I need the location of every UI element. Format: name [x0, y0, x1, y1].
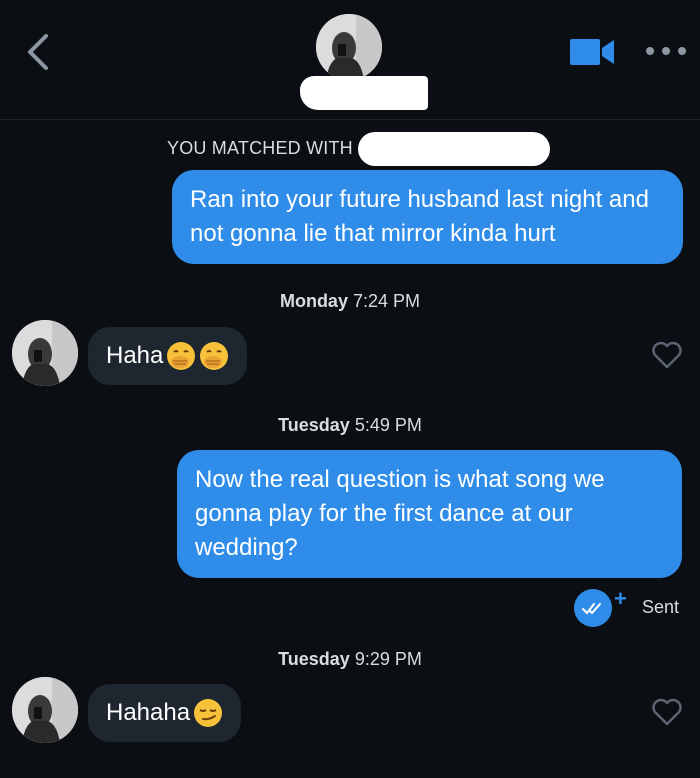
avatar-photo — [12, 320, 78, 386]
timestamp-day: Tuesday — [278, 649, 350, 669]
plus-icon[interactable]: + — [614, 586, 627, 612]
timestamp-time: 7:24 PM — [352, 291, 421, 311]
redacted-name — [300, 76, 428, 110]
more-dots-icon — [646, 47, 654, 55]
message-text: Hahaha — [106, 699, 191, 726]
like-heart-icon[interactable] — [651, 340, 683, 370]
match-banner-text: YOU MATCHED WITH — [167, 137, 353, 158]
timestamp: Tuesday 9:29 PM — [0, 649, 700, 670]
timestamp: Tuesday 5:49 PM — [0, 415, 700, 436]
more-options-button[interactable] — [646, 36, 686, 66]
outgoing-message[interactable]: Ran into your future husband last night … — [172, 170, 683, 264]
match-banner: YOU MATCHED WITH — [167, 136, 353, 160]
avatar-photo — [316, 14, 382, 80]
redacted-match-name — [358, 132, 550, 166]
message-status: Sent — [642, 597, 680, 617]
hand-over-mouth-emoji — [200, 342, 229, 370]
chevron-left-icon — [28, 34, 48, 70]
video-camera-icon — [570, 39, 614, 65]
outgoing-message[interactable]: Now the real question is what song we go… — [177, 450, 682, 578]
match-avatar[interactable] — [316, 14, 382, 80]
back-button[interactable] — [20, 32, 56, 72]
timestamp: Monday 7:24 PM — [0, 291, 700, 312]
chat-header — [0, 0, 700, 120]
double-check-icon — [582, 603, 601, 615]
hand-over-mouth-emoji — [167, 342, 196, 370]
timestamp-day: Monday — [279, 291, 348, 311]
message-text: Haha — [106, 342, 164, 369]
like-heart-icon[interactable] — [651, 697, 683, 727]
incoming-message[interactable]: Hahaha — [88, 684, 242, 742]
sender-avatar[interactable] — [12, 320, 78, 386]
sender-avatar[interactable] — [12, 677, 78, 743]
message-text: Ran into your future husband last night … — [190, 186, 649, 247]
message-text: Now the real question is what song we go… — [195, 466, 605, 561]
incoming-message[interactable]: Haha — [88, 327, 248, 385]
read-receipt-button[interactable] — [574, 589, 612, 627]
timestamp-time: 5:49 PM — [354, 415, 422, 435]
video-call-button[interactable] — [568, 36, 616, 68]
smirking-face-emoji — [194, 699, 223, 727]
avatar-photo — [12, 677, 78, 743]
timestamp-day: Tuesday — [278, 415, 350, 435]
timestamp-time: 9:29 PM — [354, 649, 422, 669]
